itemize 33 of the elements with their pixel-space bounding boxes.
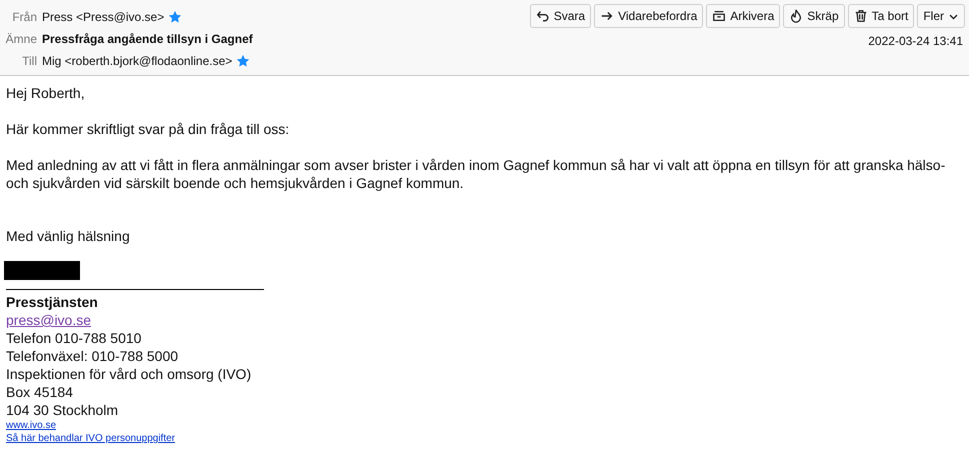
signature-line: Box 45184 (6, 383, 74, 401)
message-paragraph: Med anledning av att vi fått in flera anmälningar som avser brister i vården inom Gagnef kommun så har vi valt att öppna en tillsyn för att granska hälso- och sjukvården vid särskilt boende och hemsjukvården i Gagnef kommun. (6, 156, 946, 192)
signature-line: Telefon 010-788 5010 (6, 329, 142, 347)
more-button[interactable]: Fler (917, 4, 965, 28)
archive-box-icon (712, 9, 726, 23)
delete-button[interactable]: Ta bort (848, 4, 914, 28)
signature-line: Telefonväxel: 010-788 5000 (6, 347, 180, 365)
star-icon[interactable] (168, 10, 182, 24)
closing-text: Med vänlig hälsning (6, 227, 131, 245)
arrow-icon (600, 9, 614, 23)
archive-button[interactable]: Arkivera (706, 4, 780, 28)
field-label: Från (11, 10, 37, 24)
trash-icon (854, 9, 868, 23)
junk-button[interactable]: Skräp (783, 4, 845, 28)
message-paragraph: Hej Roberth, (6, 84, 86, 102)
message-paragraph: Här kommer skriftligt svar på din fråga till oss: (6, 120, 290, 138)
reply-icon (536, 9, 550, 23)
signature-line: Inspektionen för vård och omsorg (IVO) (6, 365, 252, 383)
signature-name: Presstjänsten (6, 293, 99, 311)
subject-text: Pressfråga angående tillsyn i Gagnef (42, 32, 253, 46)
forward-button[interactable]: Vidarebefordra (594, 4, 704, 28)
field-label: Ämne (4, 32, 37, 46)
flame-icon (789, 9, 804, 23)
star-icon[interactable] (236, 54, 250, 68)
footer-link[interactable]: Så här behandlar IVO personuppgifter (6, 432, 175, 445)
contact-text: Press <Press@ivo.se> (42, 10, 164, 24)
contact-text: Mig <roberth.bjork@flodaonline.se> (42, 54, 232, 68)
signature-line: 104 30 Stockholm (6, 401, 120, 419)
footer-link[interactable]: www.ivo.se (6, 419, 56, 432)
email-link[interactable]: press@ivo.se (6, 311, 92, 329)
field-label: Till (21, 54, 37, 68)
date-text: 2022-03-24 13:41 (868, 34, 963, 48)
reply-button[interactable]: Svara (530, 4, 592, 28)
